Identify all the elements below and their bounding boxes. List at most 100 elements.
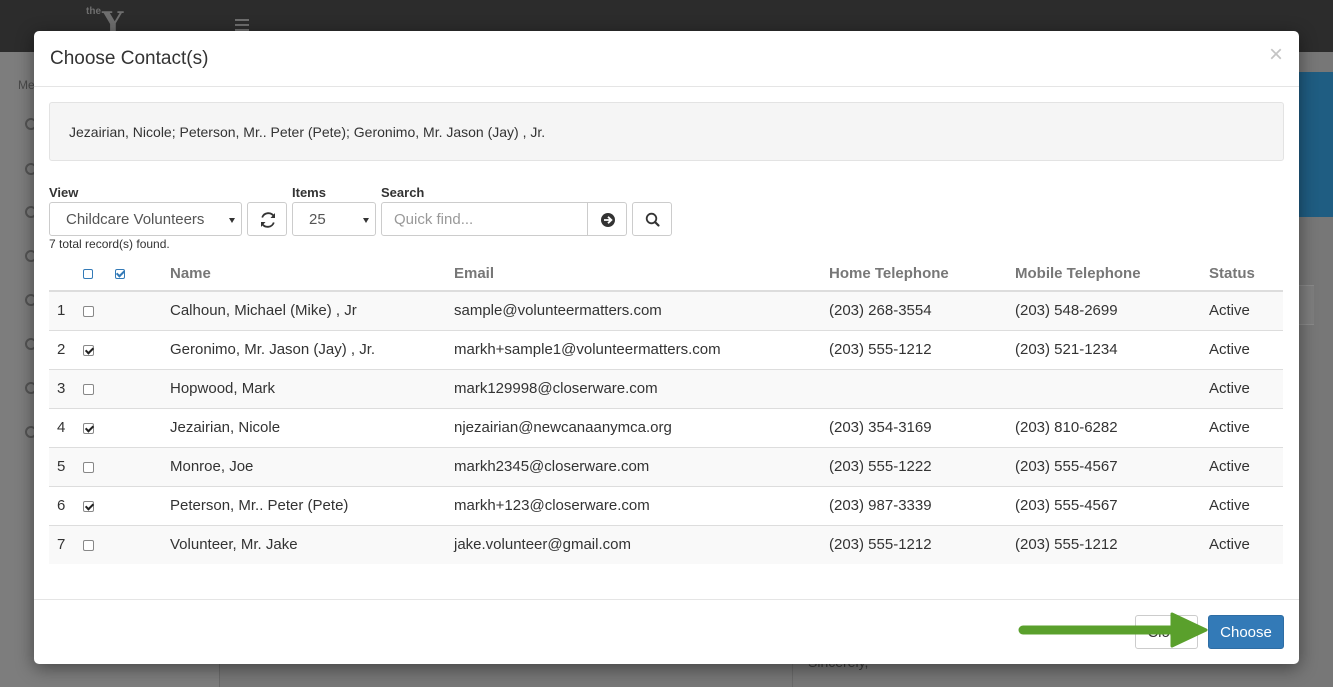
selected-contacts-summary: Jezairian, Nicole; Peterson, Mr.. Peter … <box>49 102 1284 161</box>
email-header[interactable]: Email <box>454 256 829 292</box>
refresh-icon <box>261 212 275 228</box>
row-checkbox <box>83 368 115 408</box>
contact-email: markh+123@closerware.com <box>454 485 829 525</box>
table-row[interactable]: 4 Jezairian, Nicole njezairian@newcanaanym… <box>49 407 1283 447</box>
contact-mobile-telephone: (203) 810-6282 <box>1015 407 1209 447</box>
select-none-header[interactable] <box>83 256 115 292</box>
select-all-header[interactable] <box>115 256 170 292</box>
row-spacer <box>115 290 170 330</box>
go-button[interactable] <box>587 202 627 236</box>
contact-name: Hopwood, Mark <box>170 368 454 408</box>
row-checkbox <box>83 290 115 330</box>
name-header[interactable]: Name <box>170 256 454 292</box>
sidebar-label: Me <box>18 78 35 92</box>
contact-email: mark129998@closerware.com <box>454 368 829 408</box>
search-input[interactable]: Quick find... <box>381 202 588 236</box>
hamburger-menu-icon <box>235 19 249 31</box>
close-button[interactable]: Close <box>1135 615 1198 649</box>
view-select[interactable]: Childcare Volunteers <box>49 202 242 236</box>
row-number: 3 <box>49 368 83 408</box>
row-number: 6 <box>49 485 83 525</box>
records-found: 7 total record(s) found. <box>49 237 170 251</box>
background-blue-panel <box>1296 72 1333 217</box>
row-checkbox <box>83 329 115 369</box>
mobile-telephone-header[interactable]: Mobile Telephone <box>1015 256 1209 292</box>
row-number: 7 <box>49 524 83 564</box>
row-checkbox <box>83 524 115 564</box>
close-icon[interactable]: × <box>1269 43 1283 67</box>
row-select-checkbox[interactable] <box>83 305 94 317</box>
row-select-checkbox[interactable] <box>83 383 94 395</box>
contact-name: Peterson, Mr.. Peter (Pete) <box>170 485 454 525</box>
table-row[interactable]: 3 Hopwood, Mark mark129998@closerware.com A… <box>49 368 1283 408</box>
modal-footer <box>34 599 1299 664</box>
search-button[interactable] <box>632 202 672 236</box>
table-row[interactable]: 1 Calhoun, Michael (Mike) , Jr sample@volu… <box>49 290 1283 330</box>
search-icon <box>645 212 660 227</box>
contact-status: Active <box>1209 524 1283 564</box>
row-select-checkbox[interactable] <box>83 344 94 356</box>
row-spacer <box>115 407 170 447</box>
table-row[interactable]: 7 Volunteer, Mr. Jake jake.volunteer@gmail… <box>49 524 1283 564</box>
background-card <box>1299 285 1314 325</box>
contact-name: Jezairian, Nicole <box>170 407 454 447</box>
contact-email: markh2345@closerware.com <box>454 446 829 486</box>
contact-name: Calhoun, Michael (Mike) , Jr <box>170 290 454 330</box>
row-number: 2 <box>49 329 83 369</box>
contact-home-telephone: (203) 354-3169 <box>829 407 1015 447</box>
choose-contacts-modal: Choose Contact(s) × Jezairian, Nicole; P… <box>34 31 1299 664</box>
refresh-button[interactable] <box>247 202 287 236</box>
contact-status: Active <box>1209 485 1283 525</box>
view-select-value: Childcare Volunteers <box>66 211 205 228</box>
row-spacer <box>115 329 170 369</box>
table-row[interactable]: 5 Monroe, Joe markh2345@closerware.com (203… <box>49 446 1283 486</box>
contact-email: markh+sample1@volunteermatters.com <box>454 329 829 369</box>
row-checkbox <box>83 446 115 486</box>
contact-name: Monroe, Joe <box>170 446 454 486</box>
table-header-row: Name Email Home Telephone Mobile Telepho… <box>49 256 1283 292</box>
contact-status: Active <box>1209 446 1283 486</box>
modal-title: Choose Contact(s) <box>50 48 209 69</box>
search-label: Search <box>381 185 425 200</box>
contact-home-telephone: (203) 987-3339 <box>829 485 1015 525</box>
contact-email: jake.volunteer@gmail.com <box>454 524 829 564</box>
choose-button[interactable]: Choose <box>1208 615 1284 649</box>
row-select-checkbox[interactable] <box>83 422 94 434</box>
select-none-icon[interactable] <box>83 268 93 279</box>
items-per-page-select[interactable]: 25 <box>292 202 376 236</box>
row-spacer <box>115 524 170 564</box>
row-spacer <box>115 485 170 525</box>
contact-name: Geronimo, Mr. Jason (Jay) , Jr. <box>170 329 454 369</box>
row-select-checkbox[interactable] <box>83 539 94 551</box>
row-spacer <box>115 368 170 408</box>
home-telephone-header[interactable]: Home Telephone <box>829 256 1015 292</box>
row-spacer <box>115 446 170 486</box>
contact-status: Active <box>1209 290 1283 330</box>
contact-home-telephone: (203) 268-3554 <box>829 290 1015 330</box>
row-checkbox <box>83 485 115 525</box>
contact-email: njezairian@newcanaanymca.org <box>454 407 829 447</box>
contact-status: Active <box>1209 368 1283 408</box>
contact-home-telephone: (203) 555-1212 <box>829 329 1015 369</box>
contact-home-telephone: (203) 555-1222 <box>829 446 1015 486</box>
modal-header: Choose Contact(s) × <box>34 31 1299 87</box>
contact-status: Active <box>1209 329 1283 369</box>
items-select-value: 25 <box>309 211 326 228</box>
contacts-table: Name Email Home Telephone Mobile Telepho… <box>49 256 1283 564</box>
row-select-checkbox[interactable] <box>83 500 94 512</box>
row-number: 4 <box>49 407 83 447</box>
arrow-right-circle-icon <box>601 213 615 227</box>
contact-home-telephone <box>829 368 1015 408</box>
caret-down-icon <box>229 218 235 223</box>
contact-name: Volunteer, Mr. Jake <box>170 524 454 564</box>
row-select-checkbox[interactable] <box>83 461 94 473</box>
table-row[interactable]: 2 Geronimo, Mr. Jason (Jay) , Jr. markh+sa… <box>49 329 1283 369</box>
contact-email: sample@volunteermatters.com <box>454 290 829 330</box>
row-number: 1 <box>49 290 83 330</box>
select-all-icon[interactable] <box>115 268 125 279</box>
contact-mobile-telephone: (203) 555-4567 <box>1015 446 1209 486</box>
status-header[interactable]: Status <box>1209 256 1283 292</box>
items-label: Items <box>292 185 326 200</box>
row-number-header <box>49 256 83 292</box>
table-row[interactable]: 6 Peterson, Mr.. Peter (Pete) markh+123@cl… <box>49 485 1283 525</box>
